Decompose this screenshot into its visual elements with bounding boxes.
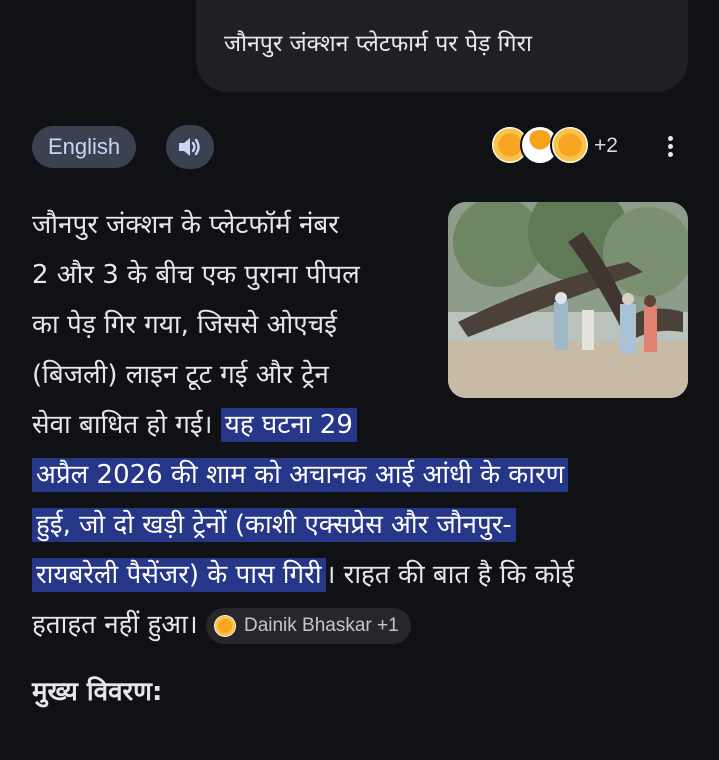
language-toggle-button[interactable]: English — [32, 126, 137, 168]
citation-chip[interactable]: Dainik Bhaskar +1 — [205, 607, 411, 644]
user-query-bubble: जौनपुर जंक्शन प्लेटफार्म पर पेड़ गिरा — [196, 0, 688, 92]
source-count[interactable]: +2 — [594, 134, 618, 158]
dainik-bhaskar-logo — [213, 614, 236, 637]
answer-line: अप्रैल 2026 की शाम को अचानक आई आंधी के क… — [32, 450, 569, 500]
answer-line: का पेड़ गिर गया, जिससे ओएचई — [32, 310, 337, 340]
news-thumbnail-image[interactable] — [448, 202, 688, 398]
answer-line: सेवा बाधित हो गई। यह घटना 29 — [32, 400, 357, 450]
source-logos[interactable] — [490, 125, 590, 169]
answer-line: जौनपुर जंक्शन के प्लेटफॉर्म नंबर — [32, 210, 339, 240]
highlighted-text: हुई, जो दो खड़ी ट्रेनों (काशी एक्सप्रेस … — [32, 508, 516, 542]
citation-label: Dainik Bhaskar +1 — [243, 614, 399, 636]
user-query-text: जौनपुर जंक्शन प्लेटफार्म पर पेड़ गिरा — [224, 31, 532, 57]
answer-line: (बिजली) लाइन टूट गई और ट्रेन — [32, 360, 329, 390]
more-vertical-icon-dot — [667, 144, 673, 149]
answer-line: हताहत नहीं हुआ। Dainik Bhaskar +1 — [32, 600, 411, 650]
answer-line: रायबरेली पैसेंजर) के पास गिरी । राहत की ब… — [32, 550, 574, 600]
read-aloud-button[interactable] — [166, 125, 214, 169]
cutoff-text-line — [32, 740, 672, 760]
highlighted-text: यह घटना 29 — [220, 408, 357, 442]
answer-line: हुई, जो दो खड़ी ट्रेनों (काशी एक्सप्रेस … — [32, 500, 516, 550]
answer-text-plain: सेवा बाधित हो गई। — [32, 410, 221, 440]
answer-text-plain: । राहत की बात है कि कोई — [325, 560, 575, 590]
answer-text-plain: हताहत नहीं हुआ। — [32, 610, 206, 640]
more-vertical-icon-dot — [667, 152, 673, 157]
highlighted-text: रायबरेली पैसेंजर) के पास गिरी — [32, 558, 326, 592]
answer-line: 2 और 3 के बीच एक पुराना पीपल — [32, 260, 360, 290]
more-vertical-icon — [667, 136, 673, 141]
fallen-tree-photo — [448, 202, 688, 398]
highlighted-text: अप्रैल 2026 की शाम को अचानक आई आंधी के क… — [32, 458, 569, 492]
language-toggle-label: English — [48, 134, 121, 159]
dainik-bhaskar-logo — [550, 125, 590, 165]
more-options-button[interactable] — [660, 133, 680, 167]
section-heading: मुख्य विवरण: — [32, 677, 163, 707]
speaker-icon — [179, 138, 200, 156]
